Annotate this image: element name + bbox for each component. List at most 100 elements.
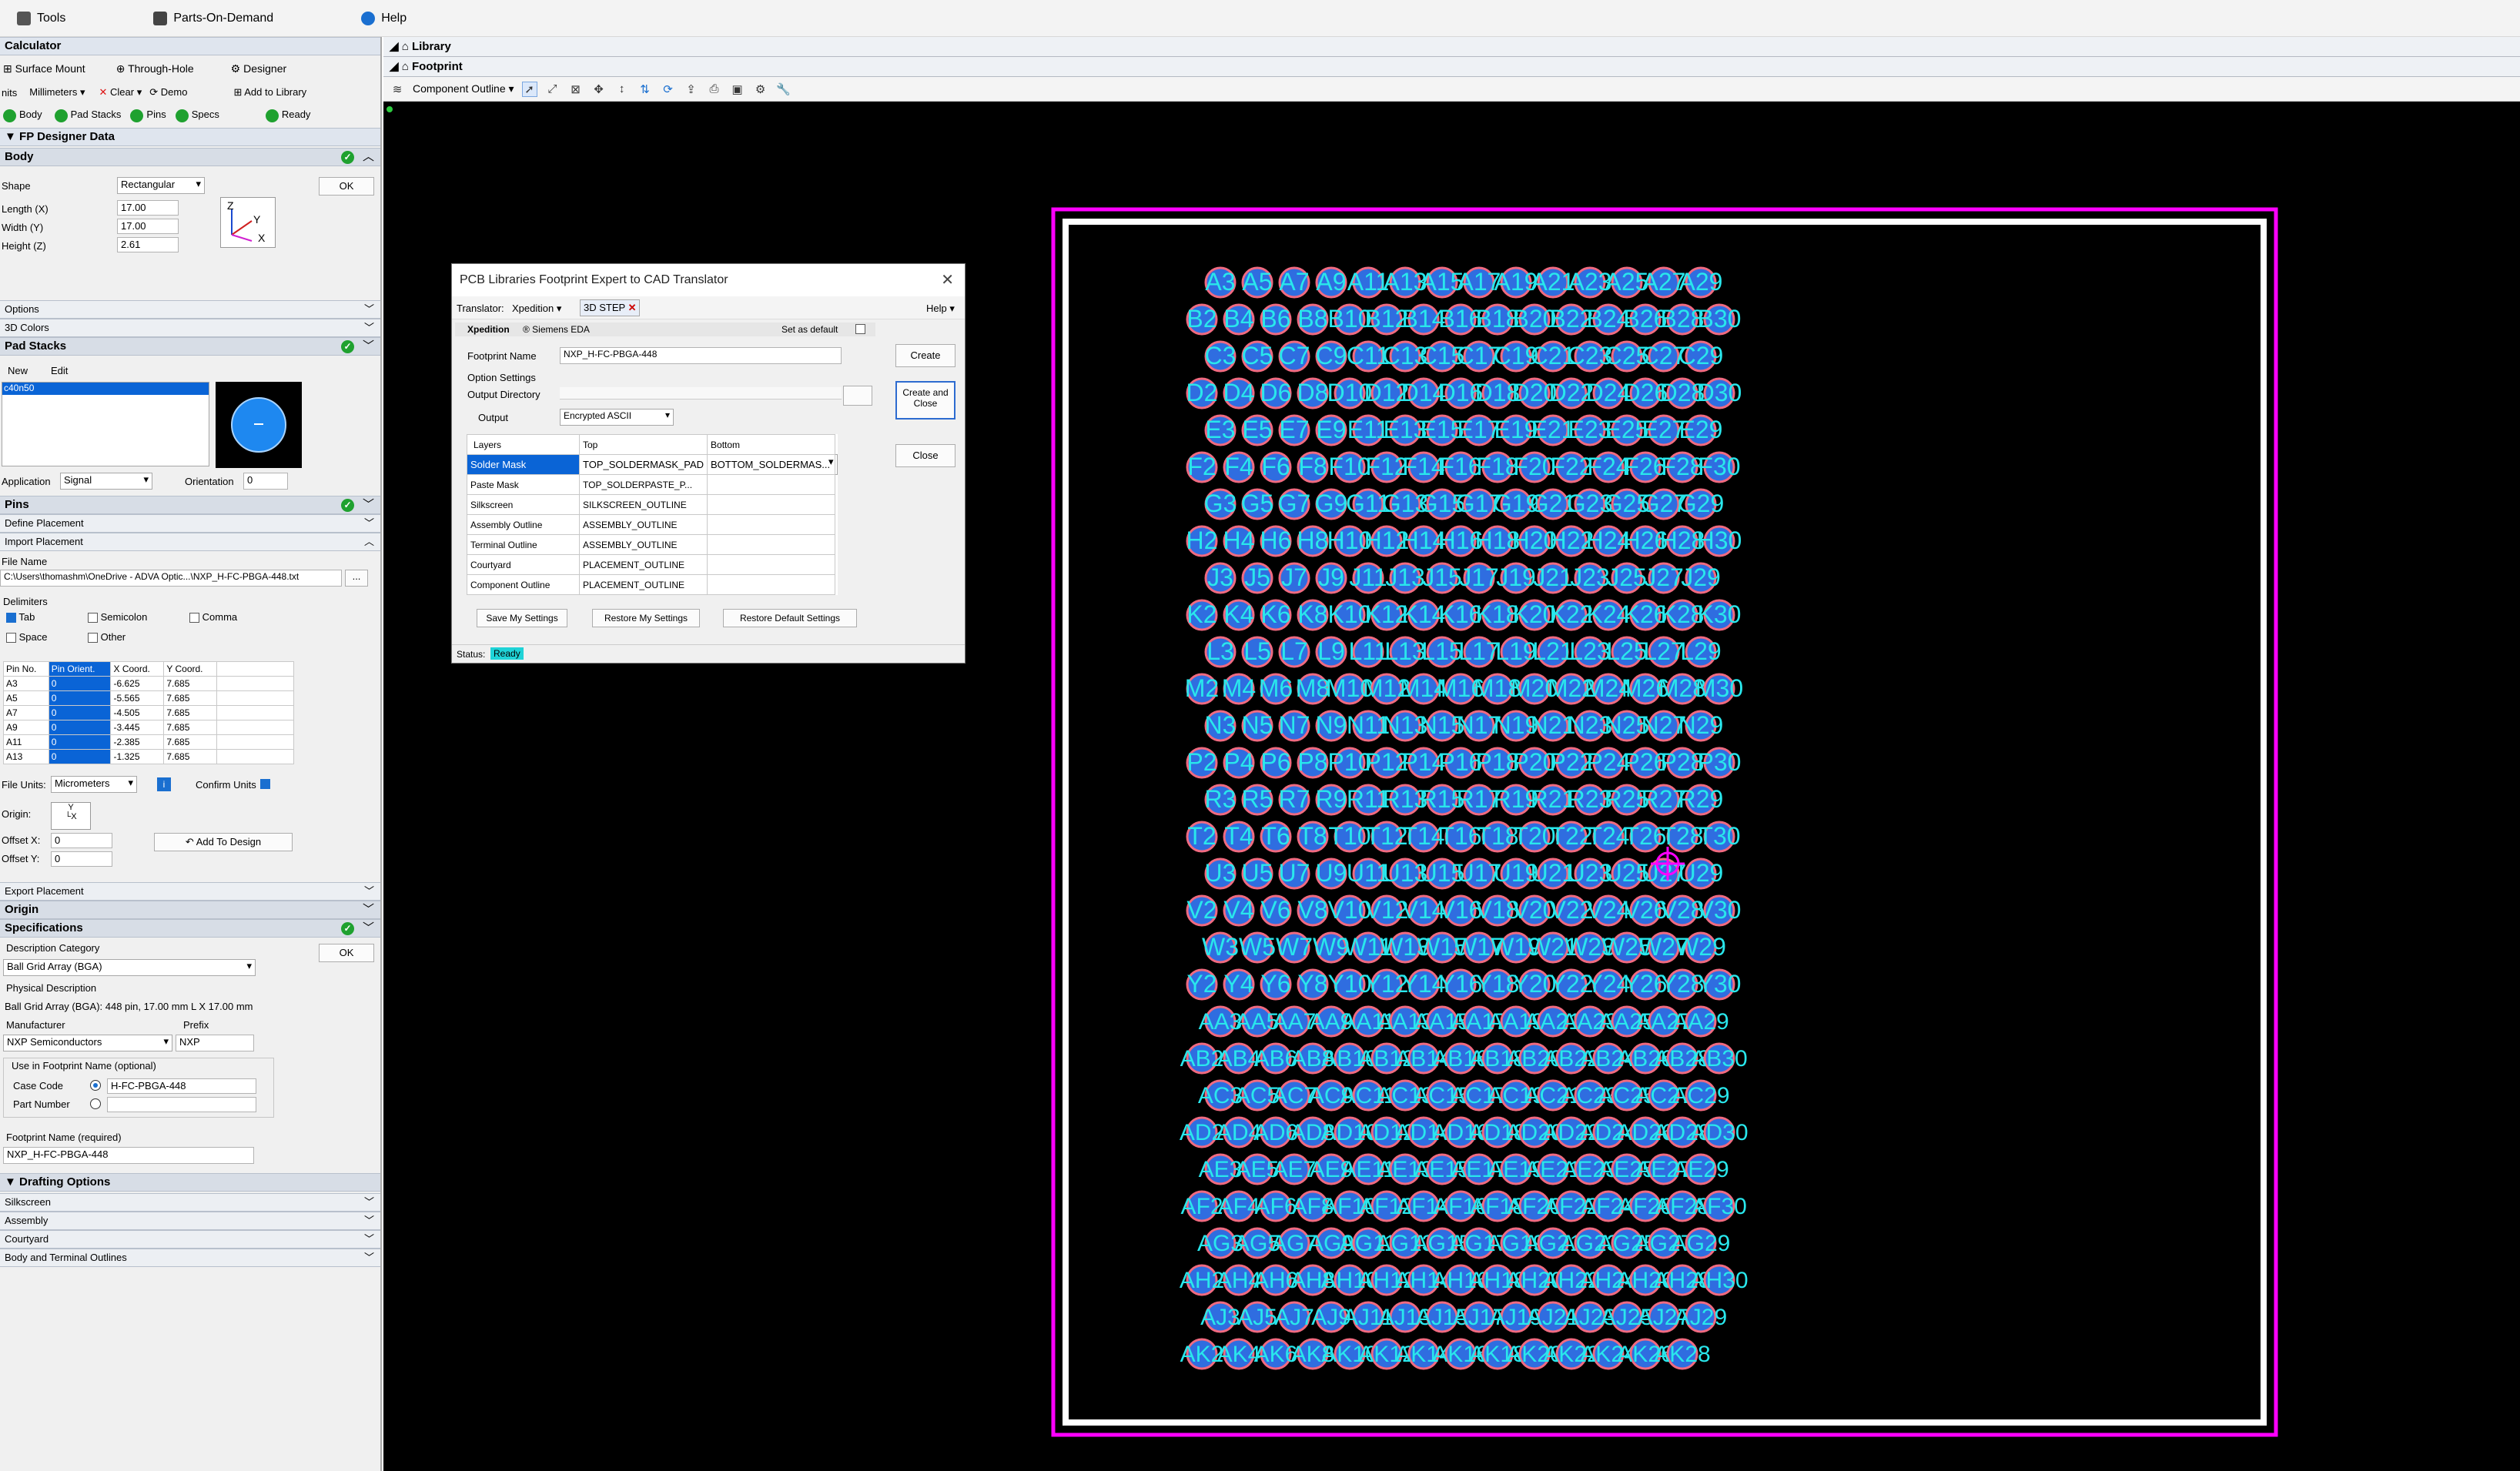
layer-top-cell[interactable]: TOP_SOLDERMASK_PAD bbox=[578, 454, 708, 475]
semicolon-checkbox[interactable]: Semicolon bbox=[88, 611, 147, 624]
file-units-dropdown[interactable]: Micrometers bbox=[51, 776, 137, 793]
padstack-item[interactable]: c40n50 bbox=[2, 383, 209, 395]
create-and-close-button[interactable]: Create and Close bbox=[895, 381, 955, 420]
padstacks-header[interactable]: Pad Stacks ✓ ﹀ bbox=[0, 337, 380, 356]
demo-button[interactable]: ⟳ Demo bbox=[149, 86, 187, 99]
layer-top-cell[interactable]: TOP_SOLDERPASTE_P... bbox=[578, 474, 708, 495]
status-specs[interactable]: Specs bbox=[175, 109, 219, 122]
specifications-header[interactable]: Specifications ✓ ﹀ bbox=[0, 919, 380, 938]
table-row[interactable]: A11 0 -2.385 7.685 bbox=[3, 734, 294, 750]
add-to-library-button[interactable]: ⊞ Add to Library bbox=[233, 86, 306, 99]
close-button[interactable]: Close bbox=[895, 444, 955, 467]
menu-help[interactable]: Help bbox=[344, 0, 423, 37]
body-terminal-header[interactable]: Body and Terminal Outlines ﹀ bbox=[0, 1249, 380, 1267]
padstack-list[interactable]: c40n50 bbox=[2, 382, 209, 466]
export-placement-header[interactable]: Export Placement ﹀ bbox=[0, 882, 380, 901]
case-code-input[interactable]: H-FC-PBGA-448 bbox=[107, 1078, 256, 1094]
through-hole-tab[interactable]: ⊕ Through-Hole bbox=[116, 62, 194, 75]
application-dropdown[interactable]: Signal bbox=[60, 473, 152, 490]
pan-icon[interactable]: ✥ bbox=[591, 82, 607, 97]
export-icon[interactable]: ⇪ bbox=[684, 82, 699, 97]
wrench-icon[interactable]: 🔧 bbox=[776, 82, 791, 97]
library-header[interactable]: ◢ ⌂ Library bbox=[383, 37, 2520, 57]
fp-designer-header[interactable]: ▼ FP Designer Data bbox=[0, 128, 380, 146]
tab-checkbox[interactable]: Tab bbox=[6, 611, 35, 624]
menu-parts-on-demand[interactable]: Parts-On-Demand bbox=[136, 0, 290, 37]
translator-dropdown[interactable]: Xpedition ▾ bbox=[512, 303, 561, 315]
output-dropdown[interactable]: Encrypted ASCII bbox=[560, 409, 674, 426]
fp-name-input[interactable]: NXP_H-FC-PBGA-448 bbox=[3, 1147, 254, 1164]
silkscreen-header[interactable]: Silkscreen ﹀ bbox=[0, 1193, 380, 1212]
table-row[interactable]: A13 0 -1.325 7.685 bbox=[3, 749, 294, 764]
table-row[interactable]: Paste Mask TOP_SOLDERPASTE_P... bbox=[467, 474, 838, 495]
table-row[interactable]: Solder Mask TOP_SOLDERMASK_PAD BOTTOM_SOLD… bbox=[467, 454, 838, 475]
table-row[interactable]: Courtyard PLACEMENT_OUTLINE bbox=[467, 554, 838, 575]
import-placement-header[interactable]: Import Placement ︿ bbox=[0, 533, 380, 551]
browse-button[interactable]: ... bbox=[345, 570, 368, 587]
rotate-icon[interactable]: ⟳ bbox=[661, 82, 676, 97]
file-name-input[interactable]: C:\Users\thomashm\OneDrive - ADVA Optic.… bbox=[0, 570, 342, 587]
dialog-fp-name-input[interactable]: NXP_H-FC-PBGA-448 bbox=[560, 347, 842, 364]
layer-top-cell[interactable]: SILKSCREEN_OUTLINE bbox=[578, 494, 708, 515]
designer-tab[interactable]: ⚙ Designer bbox=[231, 62, 286, 75]
pins-header[interactable]: Pins ✓ ﹀ bbox=[0, 496, 380, 514]
y-coord-header[interactable]: Y Coord. bbox=[163, 661, 217, 677]
clear-button[interactable]: ✕ Clear ▾ bbox=[99, 86, 142, 99]
status-body[interactable]: Body bbox=[3, 109, 42, 122]
orientation-input[interactable]: 0 bbox=[243, 473, 288, 490]
edit-button[interactable]: Edit bbox=[51, 365, 68, 376]
case-code-radio[interactable] bbox=[90, 1080, 101, 1091]
height-input[interactable]: 2.61 bbox=[117, 237, 179, 252]
pointer-icon[interactable]: ➚ bbox=[521, 81, 537, 97]
layer-top-cell[interactable]: ASSEMBLY_OUTLINE bbox=[578, 514, 708, 535]
print-icon[interactable]: ⎙ bbox=[707, 82, 722, 97]
view-mode-dropdown[interactable]: Component Outline ▾ bbox=[413, 82, 514, 95]
colors3d-header[interactable]: 3D Colors ﹀ bbox=[0, 319, 380, 337]
add-to-design-button[interactable]: ↶ Add To Design bbox=[154, 833, 293, 851]
restore-settings-button[interactable]: Restore My Settings bbox=[592, 609, 700, 627]
zoom-window-icon[interactable]: ⊠ bbox=[568, 82, 584, 97]
browse-folder-button[interactable] bbox=[843, 386, 872, 406]
table-row[interactable]: A5 0 -5.565 7.685 bbox=[3, 690, 294, 706]
origin-selector[interactable]: Y └X bbox=[51, 802, 91, 830]
info-icon[interactable]: i bbox=[157, 777, 171, 791]
manufacturer-dropdown[interactable]: NXP Semiconductors bbox=[3, 1035, 172, 1051]
drafting-header[interactable]: ▼ Drafting Options bbox=[0, 1173, 380, 1192]
status-pad-stacks[interactable]: Pad Stacks bbox=[54, 109, 121, 122]
table-row[interactable]: Component Outline PLACEMENT_OUTLINE bbox=[467, 574, 838, 595]
body-ok-button[interactable]: OK bbox=[319, 177, 374, 196]
desc-cat-dropdown[interactable]: Ball Grid Array (BGA) bbox=[3, 959, 256, 976]
x-coord-header[interactable]: X Coord. bbox=[110, 661, 165, 677]
spec-ok-button[interactable]: OK bbox=[319, 944, 374, 962]
snapshot-icon[interactable]: ▣ bbox=[730, 82, 745, 97]
assembly-header[interactable]: Assembly ﹀ bbox=[0, 1212, 380, 1230]
confirm-units-checkbox[interactable] bbox=[260, 779, 270, 789]
pin-orient-header[interactable]: Pin Orient. bbox=[48, 661, 112, 677]
offset-y-input[interactable]: 0 bbox=[51, 851, 112, 867]
pin-no-header[interactable]: Pin No. bbox=[3, 661, 49, 677]
zoom-fit-icon[interactable]: ⤢ bbox=[545, 82, 561, 97]
menu-tools[interactable]: Tools bbox=[0, 0, 82, 37]
remove-tag-icon[interactable]: ✕ bbox=[628, 302, 637, 313]
table-row[interactable]: Silkscreen SILKSCREEN_OUTLINE bbox=[467, 494, 838, 515]
set-default-checkbox[interactable] bbox=[855, 324, 865, 334]
save-settings-button[interactable]: Save My Settings bbox=[477, 609, 567, 627]
origin-header[interactable]: Origin ﹀ bbox=[0, 901, 380, 919]
offset-x-input[interactable]: 0 bbox=[51, 833, 112, 848]
settings-icon[interactable]: ⚙ bbox=[753, 82, 768, 97]
restore-default-button[interactable]: Restore Default Settings bbox=[723, 609, 857, 627]
dialog-help-menu[interactable]: Help ▾ bbox=[926, 303, 955, 315]
surface-mount-tab[interactable]: ⊞ Surface Mount bbox=[3, 62, 85, 75]
part-number-radio[interactable] bbox=[90, 1098, 101, 1109]
layer-bottom-cell[interactable] bbox=[707, 534, 836, 555]
table-row[interactable]: Assembly Outline ASSEMBLY_OUTLINE bbox=[467, 514, 838, 535]
layer-bottom-cell[interactable] bbox=[707, 554, 836, 575]
output-dir-input[interactable] bbox=[560, 387, 842, 400]
step-tag[interactable]: 3D STEP ✕ bbox=[580, 299, 641, 316]
table-row[interactable]: A3 0 -6.625 7.685 bbox=[3, 676, 294, 691]
measure-icon[interactable]: ↕ bbox=[614, 82, 630, 97]
layer-bottom-cell[interactable] bbox=[707, 474, 836, 495]
prefix-input[interactable]: NXP bbox=[176, 1035, 254, 1051]
length-input[interactable]: 17.00 bbox=[117, 200, 179, 216]
define-placement-header[interactable]: Define Placement ﹀ bbox=[0, 514, 380, 533]
